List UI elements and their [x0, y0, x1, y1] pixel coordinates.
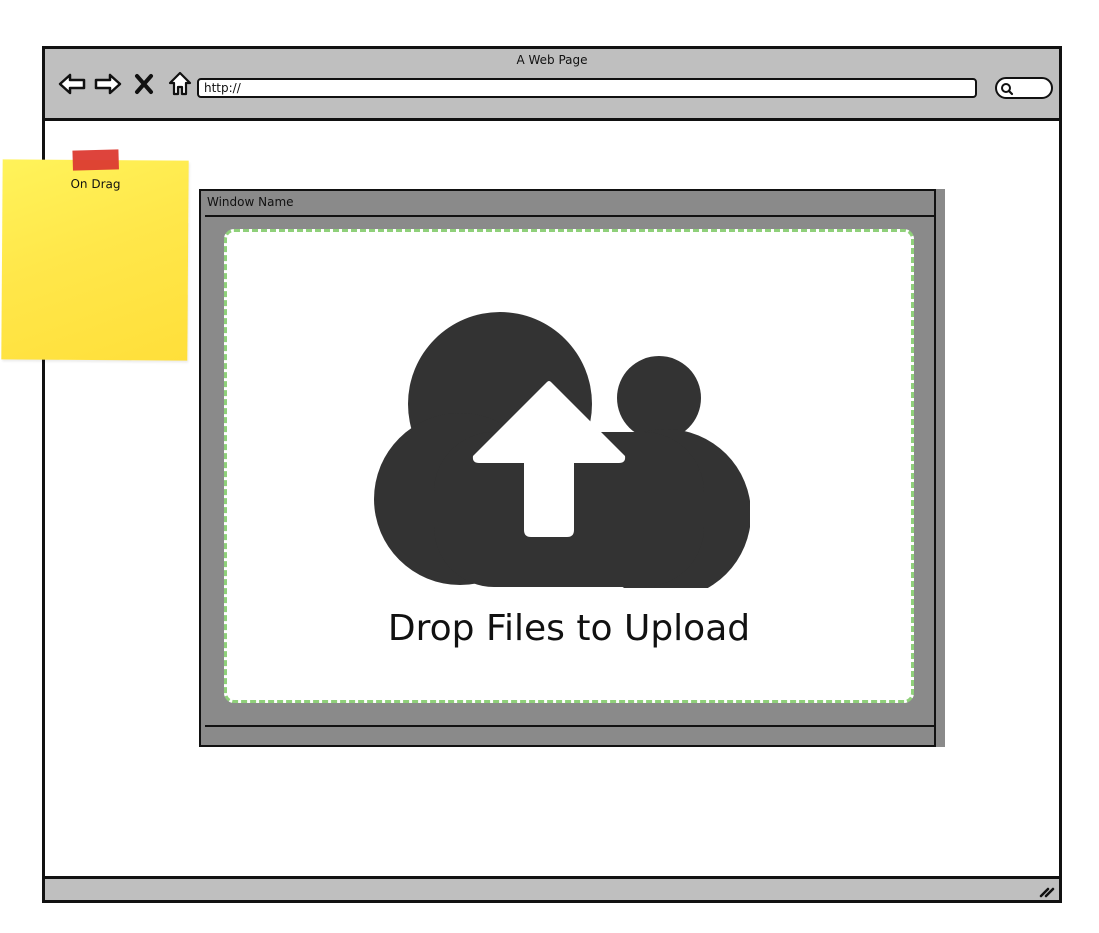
sticky-tape: [72, 149, 119, 171]
status-bar: [45, 876, 1059, 900]
page-title: A Web Page: [516, 53, 588, 67]
window-title: Window Name: [207, 195, 294, 209]
cloud-upload-icon: [374, 312, 751, 599]
sticky-note: On Drag: [1, 149, 189, 361]
window-scroll-strip: [936, 189, 945, 747]
search-button[interactable]: [995, 77, 1053, 99]
sticky-note-label: On Drag: [70, 176, 121, 192]
resize-grip-icon[interactable]: [1037, 881, 1055, 899]
file-drop-zone[interactable]: Drop Files to Upload: [224, 229, 914, 703]
search-icon: [1000, 81, 1014, 100]
drop-instructions: Drop Files to Upload: [387, 608, 751, 649]
close-icon[interactable]: [129, 69, 159, 99]
url-input[interactable]: http://: [197, 78, 977, 98]
forward-arrow-icon[interactable]: [93, 69, 123, 99]
browser-toolbar: A Web Page http://: [45, 49, 1059, 121]
nav-buttons: [57, 69, 195, 99]
home-icon[interactable]: [165, 69, 195, 99]
back-arrow-icon[interactable]: [57, 69, 87, 99]
